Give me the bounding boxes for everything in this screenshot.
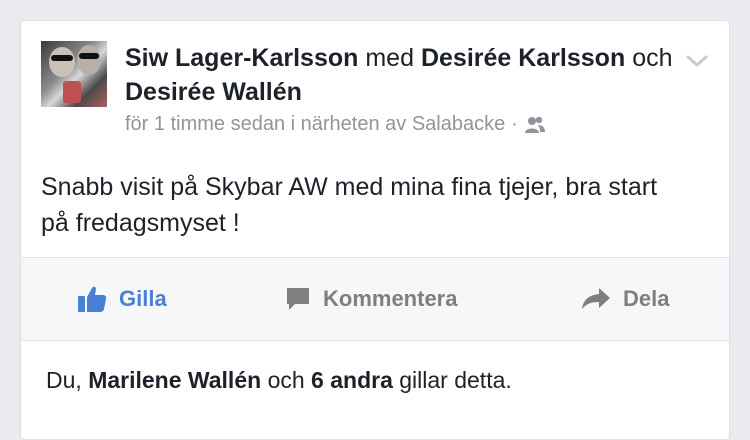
post-header: Siw Lager-Karlsson med Desirée Karlsson … bbox=[125, 41, 685, 109]
likes-summary[interactable]: Du, Marilene Wallén och 6 andra gillar d… bbox=[46, 367, 512, 394]
post-meta: för 1 timme sedan i närheten av Salaback… bbox=[125, 113, 546, 136]
share-label: Dela bbox=[623, 286, 670, 311]
avatar-photo-detail bbox=[51, 55, 73, 61]
post-message: Snabb visit på Skybar AW med mina fina t… bbox=[41, 173, 658, 237]
thumbs-up-icon bbox=[78, 286, 107, 312]
avatar-photo-detail bbox=[79, 53, 99, 59]
friends-icon[interactable] bbox=[524, 116, 546, 134]
share-arrow-icon bbox=[582, 288, 610, 309]
likes-prefix: Du, bbox=[46, 367, 82, 393]
with-word: med bbox=[365, 44, 414, 72]
likes-suffix: gillar detta. bbox=[399, 367, 512, 393]
avatar-photo-detail bbox=[49, 47, 75, 77]
and-word: och bbox=[632, 44, 673, 72]
tagged-person-link[interactable]: Desirée Karlsson bbox=[421, 44, 625, 72]
comment-icon bbox=[287, 288, 309, 310]
tagged-person-link[interactable]: Desirée Wallén bbox=[125, 78, 302, 106]
likes-and-word: och bbox=[267, 367, 305, 393]
share-button[interactable]: Dela bbox=[581, 258, 669, 340]
author-avatar[interactable] bbox=[41, 41, 107, 107]
liker-name-link[interactable]: Marilene Wallén bbox=[88, 367, 261, 393]
author-name-link[interactable]: Siw Lager-Karlsson bbox=[125, 44, 358, 72]
comment-label: Kommentera bbox=[323, 286, 458, 311]
meta-separator: · bbox=[511, 113, 518, 135]
post-timestamp-location[interactable]: för 1 timme sedan i närheten av Salaback… bbox=[125, 113, 505, 135]
like-button[interactable]: Gilla bbox=[77, 258, 167, 340]
like-label: Gilla bbox=[119, 286, 167, 311]
feed-post-card: Siw Lager-Karlsson med Desirée Karlsson … bbox=[20, 20, 730, 440]
divider bbox=[21, 340, 729, 341]
avatar-photo-detail bbox=[63, 81, 81, 103]
avatar-photo-detail bbox=[77, 45, 101, 75]
post-actions-bar: Gilla Kommentera Dela bbox=[21, 258, 729, 340]
comment-button[interactable]: Kommentera bbox=[285, 258, 457, 340]
chevron-down-icon[interactable] bbox=[685, 53, 709, 69]
likes-others-link[interactable]: 6 andra bbox=[311, 367, 393, 393]
